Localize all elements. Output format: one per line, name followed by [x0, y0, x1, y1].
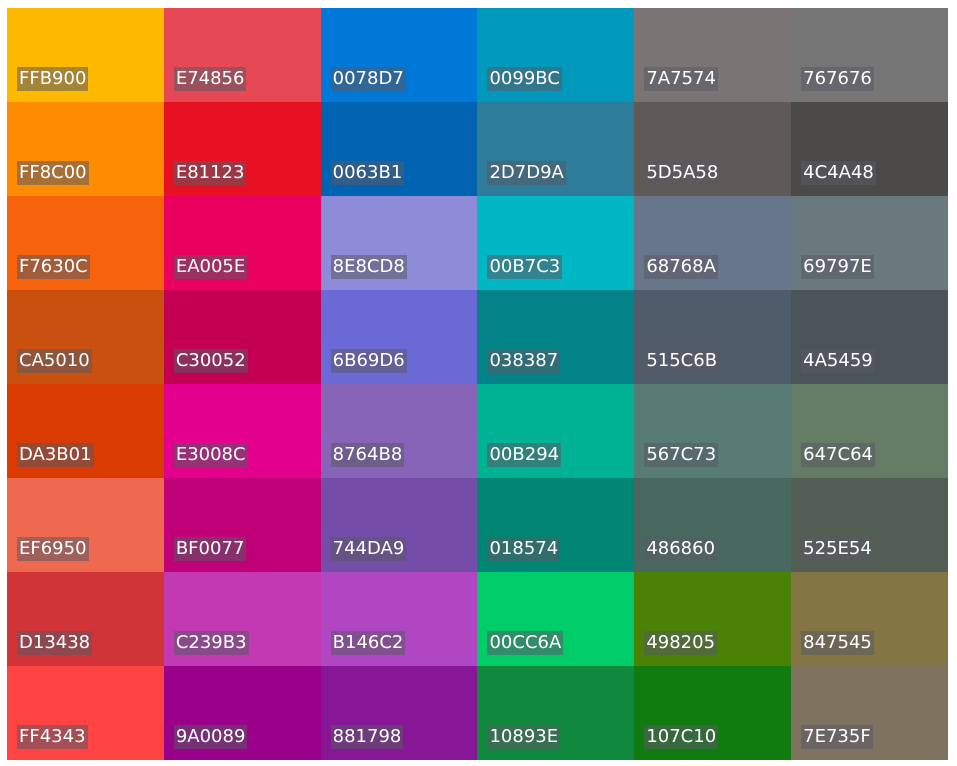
color-swatch-00b7c3[interactable]: 00B7C3	[477, 196, 635, 290]
color-swatch-038387[interactable]: 038387	[477, 290, 635, 384]
color-swatch-c30052[interactable]: C30052	[163, 290, 321, 384]
swatch-hex-label: 525E54	[801, 537, 874, 561]
color-swatch-68768a[interactable]: 68768A	[634, 196, 792, 290]
swatch-hex-label: C239B3	[173, 631, 249, 655]
swatch-hex-label: C30052	[173, 349, 248, 373]
color-swatch-7e735f[interactable]: 7E735F	[791, 666, 948, 760]
swatch-hex-label: 038387	[487, 349, 561, 373]
color-swatch-ffb900[interactable]: FFB900	[7, 8, 164, 102]
color-swatch-00b294[interactable]: 00B294	[477, 384, 635, 478]
color-swatch-e74856[interactable]: E74856	[163, 8, 321, 102]
color-swatch-0099bc[interactable]: 0099BC	[477, 8, 635, 102]
swatch-hex-label: 7A7574	[644, 67, 718, 91]
swatch-hex-label: 567C73	[644, 443, 719, 467]
color-swatch-ff4343[interactable]: FF4343	[7, 666, 164, 760]
swatch-hex-label: E74856	[173, 67, 247, 91]
color-swatch-e3008c[interactable]: E3008C	[163, 384, 321, 478]
color-swatch-ff8c00[interactable]: FF8C00	[7, 102, 164, 196]
swatch-hex-label: EA005E	[173, 255, 248, 279]
swatch-hex-label: 10893E	[487, 725, 561, 749]
color-swatch-498205[interactable]: 498205	[634, 572, 792, 666]
swatch-hex-label: E3008C	[173, 443, 248, 467]
swatch-hex-label: 4C4A48	[801, 161, 876, 185]
swatch-hex-label: 00B7C3	[487, 255, 563, 279]
swatch-hex-label: 2D7D9A	[487, 161, 566, 185]
color-swatch-525e54[interactable]: 525E54	[791, 478, 948, 572]
swatch-hex-label: D13438	[17, 631, 93, 655]
color-swatch-7a7574[interactable]: 7A7574	[634, 8, 792, 102]
color-swatch-847545[interactable]: 847545	[791, 572, 948, 666]
swatch-hex-label: 8764B8	[330, 443, 405, 467]
color-swatch-767676[interactable]: 767676	[791, 8, 948, 102]
color-swatch-bf0077[interactable]: BF0077	[163, 478, 321, 572]
swatch-hex-label: 744DA9	[330, 537, 407, 561]
color-swatch-f7630c[interactable]: F7630C	[7, 196, 164, 290]
color-palette-grid: FFB900 E74856 0078D7 0099BC 7A7574 767676 FF8C…	[7, 8, 948, 760]
swatch-hex-label: 647C64	[801, 443, 875, 467]
swatch-hex-label: 847545	[801, 631, 874, 655]
color-swatch-2d7d9a[interactable]: 2D7D9A	[477, 102, 635, 196]
color-swatch-da3b01[interactable]: DA3B01	[7, 384, 164, 478]
swatch-hex-label: E81123	[173, 161, 247, 185]
swatch-hex-label: 881798	[330, 725, 404, 749]
color-swatch-107c10[interactable]: 107C10	[634, 666, 792, 760]
color-swatch-0078d7[interactable]: 0078D7	[320, 8, 478, 102]
color-swatch-018574[interactable]: 018574	[477, 478, 635, 572]
color-swatch-4c4a48[interactable]: 4C4A48	[791, 102, 948, 196]
color-swatch-881798[interactable]: 881798	[320, 666, 478, 760]
swatch-hex-label: 5D5A58	[644, 161, 721, 185]
color-swatch-b146c2[interactable]: B146C2	[320, 572, 478, 666]
swatch-hex-label: EF6950	[17, 537, 89, 561]
color-swatch-4a5459[interactable]: 4A5459	[791, 290, 948, 384]
swatch-hex-label: B146C2	[330, 631, 406, 655]
swatch-hex-label: 767676	[801, 67, 874, 91]
color-swatch-744da9[interactable]: 744DA9	[320, 478, 478, 572]
swatch-hex-label: FF8C00	[17, 161, 89, 185]
color-swatch-00cc6a[interactable]: 00CC6A	[477, 572, 635, 666]
swatch-hex-label: 6B69D6	[330, 349, 407, 373]
swatch-hex-label: 7E735F	[801, 725, 873, 749]
color-swatch-d13438[interactable]: D13438	[7, 572, 164, 666]
color-swatch-6b69d6[interactable]: 6B69D6	[320, 290, 478, 384]
color-swatch-9a0089[interactable]: 9A0089	[163, 666, 321, 760]
color-swatch-486860[interactable]: 486860	[634, 478, 792, 572]
color-swatch-e81123[interactable]: E81123	[163, 102, 321, 196]
swatch-hex-label: BF0077	[173, 537, 247, 561]
swatch-hex-label: DA3B01	[17, 443, 94, 467]
swatch-hex-label: 4A5459	[801, 349, 875, 373]
swatch-hex-label: 515C6B	[644, 349, 720, 373]
swatch-hex-label: F7630C	[17, 255, 90, 279]
color-swatch-647c64[interactable]: 647C64	[791, 384, 948, 478]
swatch-hex-label: 69797E	[801, 255, 874, 279]
color-swatch-515c6b[interactable]: 515C6B	[634, 290, 792, 384]
color-swatch-5d5a58[interactable]: 5D5A58	[634, 102, 792, 196]
color-swatch-c239b3[interactable]: C239B3	[163, 572, 321, 666]
color-swatch-8764b8[interactable]: 8764B8	[320, 384, 478, 478]
swatch-hex-label: 107C10	[644, 725, 719, 749]
color-swatch-8e8cd8[interactable]: 8E8CD8	[320, 196, 478, 290]
swatch-hex-label: 68768A	[644, 255, 718, 279]
color-swatch-ef6950[interactable]: EF6950	[7, 478, 164, 572]
swatch-hex-label: FF4343	[17, 725, 88, 749]
swatch-hex-label: 00B294	[487, 443, 562, 467]
color-swatch-567c73[interactable]: 567C73	[634, 384, 792, 478]
swatch-hex-label: 0063B1	[330, 161, 405, 185]
swatch-hex-label: 0078D7	[330, 67, 406, 91]
swatch-hex-label: 00CC6A	[487, 631, 564, 655]
color-swatch-ea005e[interactable]: EA005E	[163, 196, 321, 290]
color-swatch-10893e[interactable]: 10893E	[477, 666, 635, 760]
color-swatch-0063b1[interactable]: 0063B1	[320, 102, 478, 196]
swatch-hex-label: 498205	[644, 631, 718, 655]
swatch-hex-label: 018574	[487, 537, 561, 561]
swatch-hex-label: CA5010	[17, 349, 92, 373]
swatch-hex-label: 9A0089	[173, 725, 248, 749]
swatch-hex-label: 0099BC	[487, 67, 562, 91]
swatch-hex-label: 8E8CD8	[330, 255, 407, 279]
color-swatch-69797e[interactable]: 69797E	[791, 196, 948, 290]
swatch-hex-label: 486860	[644, 537, 718, 561]
swatch-hex-label: FFB900	[17, 67, 89, 91]
color-swatch-ca5010[interactable]: CA5010	[7, 290, 164, 384]
